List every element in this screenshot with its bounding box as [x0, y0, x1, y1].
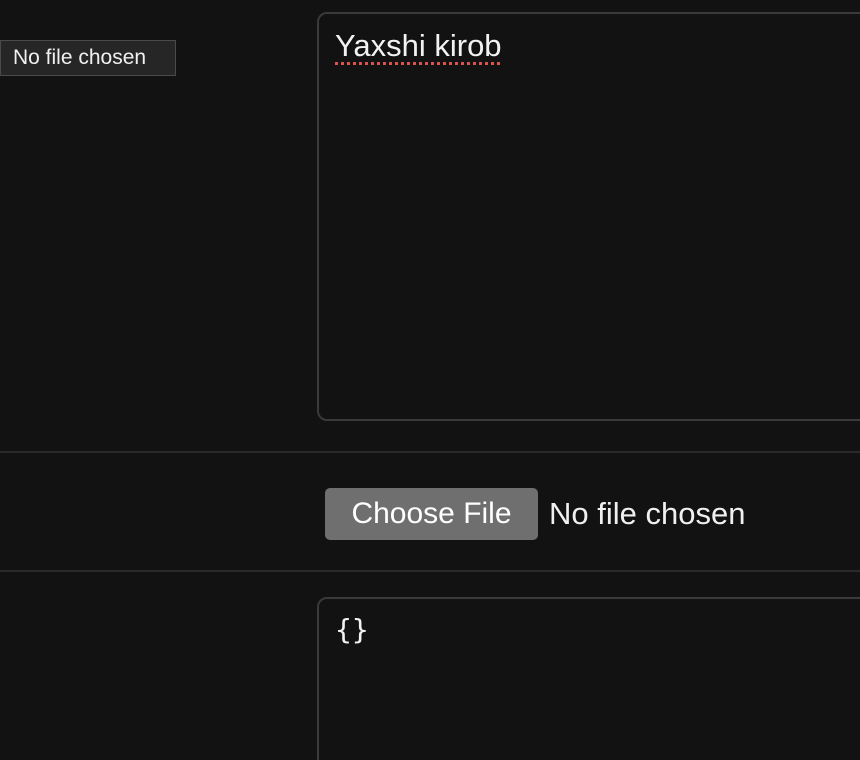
- file-status-text: No file chosen: [549, 496, 746, 531]
- file-tooltip: No file chosen: [0, 40, 176, 76]
- description-text: Yaxshi kirob: [335, 28, 502, 63]
- divider: [0, 451, 860, 453]
- json-textarea[interactable]: {}: [317, 597, 860, 760]
- divider: [0, 570, 860, 572]
- description-textarea[interactable]: Yaxshi kirob: [317, 12, 860, 421]
- page: No file chosen Yaxshi kirob Choose File …: [0, 0, 860, 760]
- json-text: {}: [335, 613, 369, 646]
- choose-file-button[interactable]: Choose File: [325, 488, 538, 540]
